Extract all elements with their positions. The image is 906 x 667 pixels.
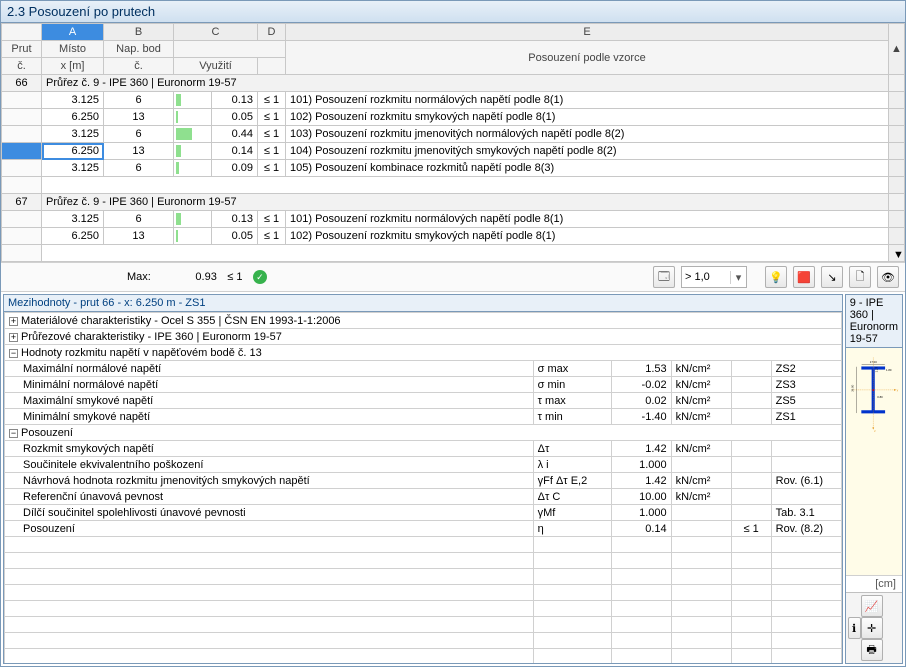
col-letter-E[interactable]: E xyxy=(286,24,889,41)
table-row[interactable]: 3.12560.09≤ 1105) Posouzení kombinace ro… xyxy=(2,160,905,177)
detail-row[interactable]: Součinitele ekvivalentního poškozeníλ i1… xyxy=(5,457,842,473)
detail-grid[interactable]: +Materiálové charakteristiky - Ocel S 35… xyxy=(4,312,842,664)
highlight-button[interactable]: 🟥 xyxy=(793,266,815,288)
units-label: [cm] xyxy=(846,575,902,592)
detail-row[interactable]: Posouzeníη0.14≤ 1Rov. (8.2) xyxy=(5,521,842,537)
hdr-napbod: Nap. bod xyxy=(104,41,174,58)
table-row[interactable]: 3.12560.44≤ 1103) Posouzení rozkmitu jme… xyxy=(2,126,905,143)
detail-title: Mezihodnoty - prut 66 - x: 6.250 m - ZS1 xyxy=(4,295,842,312)
hdr-prut: Prut xyxy=(2,41,42,58)
detail-row[interactable]: Návrhová hodnota rozkmitu jmenovitých sm… xyxy=(5,473,842,489)
svg-text:17.00: 17.00 xyxy=(869,360,876,364)
axes-button[interactable]: ✛ xyxy=(861,617,883,639)
detail-row[interactable]: Rozkmit smykových napětíΔτ1.42kN/cm² xyxy=(5,441,842,457)
expand-icon[interactable]: + xyxy=(9,317,18,326)
max-label: Max: xyxy=(127,271,151,283)
detail-row-section[interactable]: +Průřezové charakteristiky - IPE 360 | E… xyxy=(5,329,842,345)
print-button[interactable]: 🖶 xyxy=(861,639,883,661)
col-letter-B[interactable]: B xyxy=(104,24,174,41)
max-value: 0.93 xyxy=(157,271,217,283)
filter-combo[interactable]: ▾ xyxy=(681,266,747,288)
max-le: ≤ 1 xyxy=(223,271,247,283)
col-letter-D[interactable]: D xyxy=(258,24,286,41)
info-button[interactable]: 💡 xyxy=(765,266,787,288)
col-letter-A[interactable]: A xyxy=(42,24,104,41)
svg-text:z: z xyxy=(874,429,876,433)
detail-row[interactable]: Dílčí součinitel spolehlivosti únavové p… xyxy=(5,505,842,521)
filter-list-button[interactable]: 🗔 xyxy=(653,266,675,288)
detail-row-material[interactable]: +Materiálové charakteristiky - Ocel S 35… xyxy=(5,313,842,329)
eye-button[interactable]: 👁 xyxy=(877,266,899,288)
svg-text:1.80: 1.80 xyxy=(886,368,892,372)
svg-text:1.27: 1.27 xyxy=(874,367,878,373)
expand-icon[interactable]: + xyxy=(9,333,18,342)
collapse-icon[interactable]: − xyxy=(9,429,18,438)
hdr-posouzeni: Posouzení podle vzorce xyxy=(286,41,889,75)
group-row-66[interactable]: 66 Průřez č. 9 - IPE 360 | Euronorm 19-5… xyxy=(2,75,905,92)
show-button[interactable]: 🗋 xyxy=(849,266,871,288)
detail-row[interactable]: Minimální smykové napětíτ min-1.40kN/cm²… xyxy=(5,409,842,425)
svg-text:y: y xyxy=(896,388,898,392)
col-letter-C[interactable]: C xyxy=(174,24,258,41)
table-row[interactable]: 6.250130.14≤ 1104) Posouzení rozkmitu jm… xyxy=(2,143,905,160)
stress-plot-button[interactable]: 📈 xyxy=(861,595,883,617)
cross-section-title: 9 - IPE 360 | Euronorm 19-57 xyxy=(846,295,902,348)
detail-row[interactable]: Maximální smykové napětíτ max0.02kN/cm²Z… xyxy=(5,393,842,409)
table-row[interactable]: 3.12560.13≤ 1101) Posouzení rozkmitu nor… xyxy=(2,211,905,228)
goto-button[interactable]: ↘ xyxy=(821,266,843,288)
detail-row[interactable]: Referenční únavová pevnostΔτ C10.00kN/cm… xyxy=(5,489,842,505)
table-row[interactable]: 6.250130.05≤ 1102) Posouzení rozkmitu sm… xyxy=(2,228,905,245)
group-row-67[interactable]: 67 Průřez č. 9 - IPE 360 | Euronorm 19-5… xyxy=(2,194,905,211)
collapse-icon[interactable]: − xyxy=(9,349,18,358)
detail-row-stress-head[interactable]: −Hodnoty rozkmitu napětí v napěťovém bod… xyxy=(5,345,842,361)
svg-text:36.00: 36.00 xyxy=(850,384,854,391)
page-title: 2.3 Posouzení po prutech xyxy=(1,1,905,23)
detail-row[interactable]: Maximální normálové napětíσ max1.53kN/cm… xyxy=(5,361,842,377)
ok-icon: ✓ xyxy=(253,270,267,284)
results-grid[interactable]: A B C D E ▲ Prut Místo Nap. bod Posouzen… xyxy=(1,23,905,262)
svg-text:0.80: 0.80 xyxy=(877,395,883,399)
hdr-misto: Místo xyxy=(42,41,104,58)
cross-section-view[interactable]: y z 17.00 36.00 1.27 1.80 0.80 xyxy=(846,348,902,575)
detail-row-design-head[interactable]: −Posouzení xyxy=(5,425,842,441)
filter-combo-input[interactable] xyxy=(682,271,730,283)
chevron-down-icon[interactable]: ▾ xyxy=(730,271,746,284)
table-row[interactable]: 6.250130.05≤ 1102) Posouzení rozkmitu sm… xyxy=(2,109,905,126)
table-row[interactable]: 3.12560.13≤ 1101) Posouzení rozkmitu nor… xyxy=(2,92,905,109)
info-icon-button[interactable]: ℹ xyxy=(848,617,861,639)
detail-row[interactable]: Minimální normálové napětíσ min-0.02kN/c… xyxy=(5,377,842,393)
